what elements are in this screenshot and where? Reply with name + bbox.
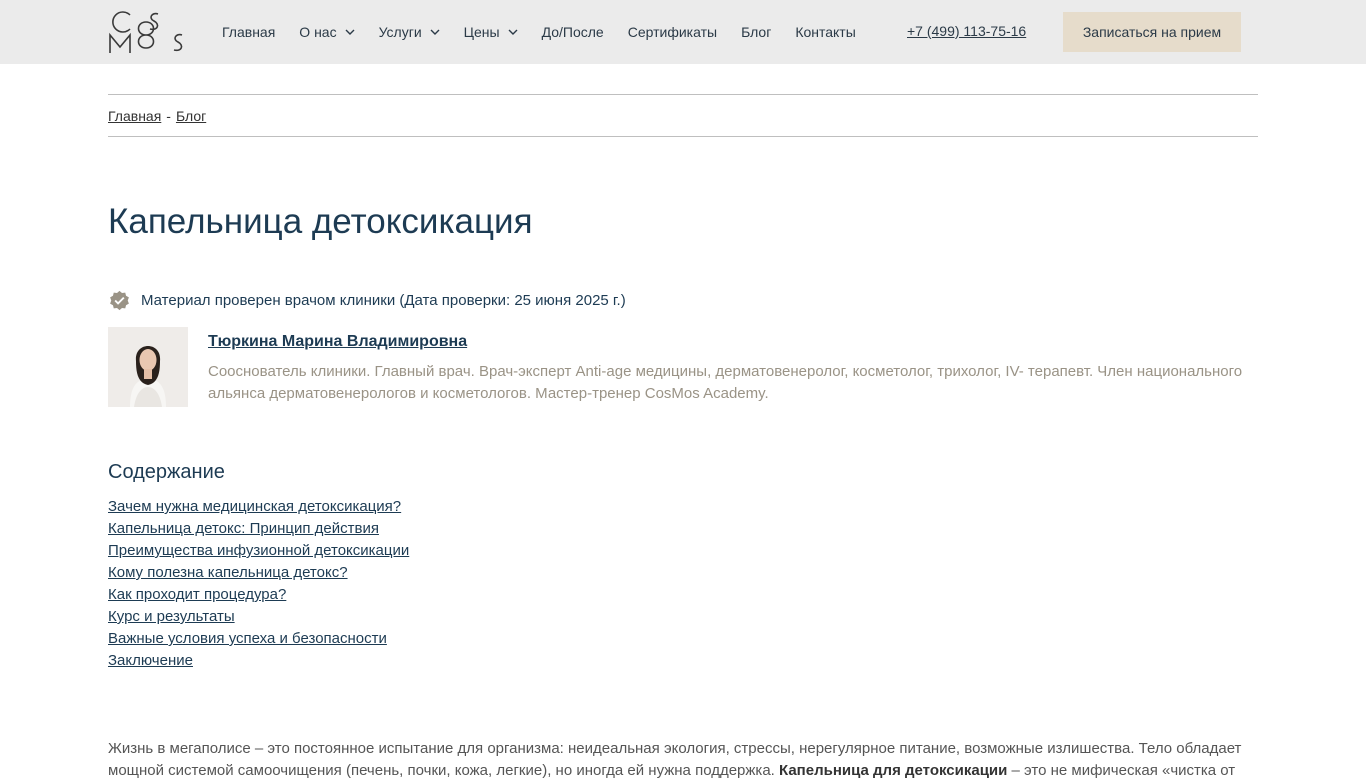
intro-text: Жизнь в мегаполисе – это постоянное испы…	[108, 740, 1242, 757]
chevron-down-icon	[508, 29, 518, 35]
nav-item-prices[interactable]: Цены	[464, 24, 518, 40]
toc-link[interactable]: Капельница детокс: Принцип действия	[108, 520, 379, 537]
breadcrumb: Главная - Блог	[108, 94, 1258, 137]
toc-link[interactable]: Курс и результаты	[108, 608, 235, 625]
nav-item-certificates[interactable]: Сертификаты	[628, 24, 717, 40]
verified-text: Материал проверен врачом клиники (Дата п…	[141, 292, 626, 309]
list-item: Как проходит процедура?	[108, 585, 409, 607]
nav-label: Цены	[463, 24, 500, 40]
nav-label: Услуги	[378, 24, 422, 40]
toc-link[interactable]: Заключение	[108, 652, 193, 669]
nav-item-home[interactable]: Главная	[222, 24, 275, 40]
table-of-contents: Зачем нужна медицинская детоксикация? Ка…	[108, 497, 409, 673]
breadcrumb-home-link[interactable]: Главная	[108, 108, 161, 124]
nav-label: До/После	[541, 24, 604, 40]
chevron-down-icon	[430, 29, 440, 35]
intro-text: – это не мифическая «чистка от	[1011, 762, 1236, 779]
toc-link[interactable]: Зачем нужна медицинская детоксикация?	[108, 498, 401, 515]
intro-bold-text: Капельница для детоксикации	[779, 762, 1008, 779]
verified-badge-icon	[110, 290, 129, 311]
nav-item-before-after[interactable]: До/После	[542, 24, 604, 40]
list-item: Преимущества инфузионной детоксикации	[108, 541, 409, 563]
breadcrumb-separator: -	[166, 107, 171, 124]
toc-link[interactable]: Важные условия успеха и безопасности	[108, 630, 387, 647]
list-item: Капельница детокс: Принцип действия	[108, 519, 409, 541]
nav-label: Сертификаты	[627, 24, 718, 40]
nav-item-blog[interactable]: Блог	[741, 24, 771, 40]
author-card: Тюркина Марина Владимировна Сооснователь…	[108, 327, 1258, 407]
author-description: Сооснователь клиники. Главный врач. Врач…	[208, 363, 1243, 402]
nav-item-services[interactable]: Услуги	[379, 24, 440, 40]
intro-text: мощной системой самоочищения (печень, по…	[108, 762, 775, 779]
toc-link[interactable]: Как проходит процедура?	[108, 586, 286, 603]
main-nav: Главная О нас Услуги Цены До/После Серти…	[222, 0, 880, 64]
article-intro: Жизнь в мегаполисе – это постоянное испы…	[108, 738, 1258, 782]
page-title: Капельница детоксикация	[108, 202, 533, 241]
chevron-down-icon	[345, 29, 355, 35]
toc-link[interactable]: Преимущества инфузионной детоксикации	[108, 542, 409, 559]
nav-label: Контакты	[795, 24, 856, 40]
book-appointment-button[interactable]: Записаться на прием	[1063, 12, 1241, 52]
list-item: Важные условия успеха и безопасности	[108, 629, 409, 651]
nav-item-about[interactable]: О нас	[299, 24, 355, 40]
author-photo	[108, 327, 188, 407]
breadcrumb-blog-link[interactable]: Блог	[176, 108, 206, 124]
list-item: Заключение	[108, 651, 409, 673]
verified-notice: Материал проверен врачом клиники (Дата п…	[108, 289, 626, 312]
nav-label: Блог	[741, 24, 772, 40]
toc-title: Содержание	[108, 461, 225, 483]
author-name-link[interactable]: Тюркина Марина Владимировна	[208, 333, 467, 351]
list-item: Зачем нужна медицинская детоксикация?	[108, 497, 409, 519]
site-header: Главная О нас Услуги Цены До/После Серти…	[0, 0, 1366, 64]
nav-item-contacts[interactable]: Контакты	[795, 24, 855, 40]
list-item: Курс и результаты	[108, 607, 409, 629]
nav-label: О нас	[299, 24, 337, 40]
phone-link[interactable]: +7 (499) 113-75-16	[907, 23, 1026, 39]
nav-label: Главная	[222, 24, 276, 40]
toc-link[interactable]: Кому полезна капельница детокс?	[108, 564, 348, 581]
list-item: Кому полезна капельница детокс?	[108, 563, 409, 585]
cosmos-logo[interactable]	[108, 9, 184, 55]
